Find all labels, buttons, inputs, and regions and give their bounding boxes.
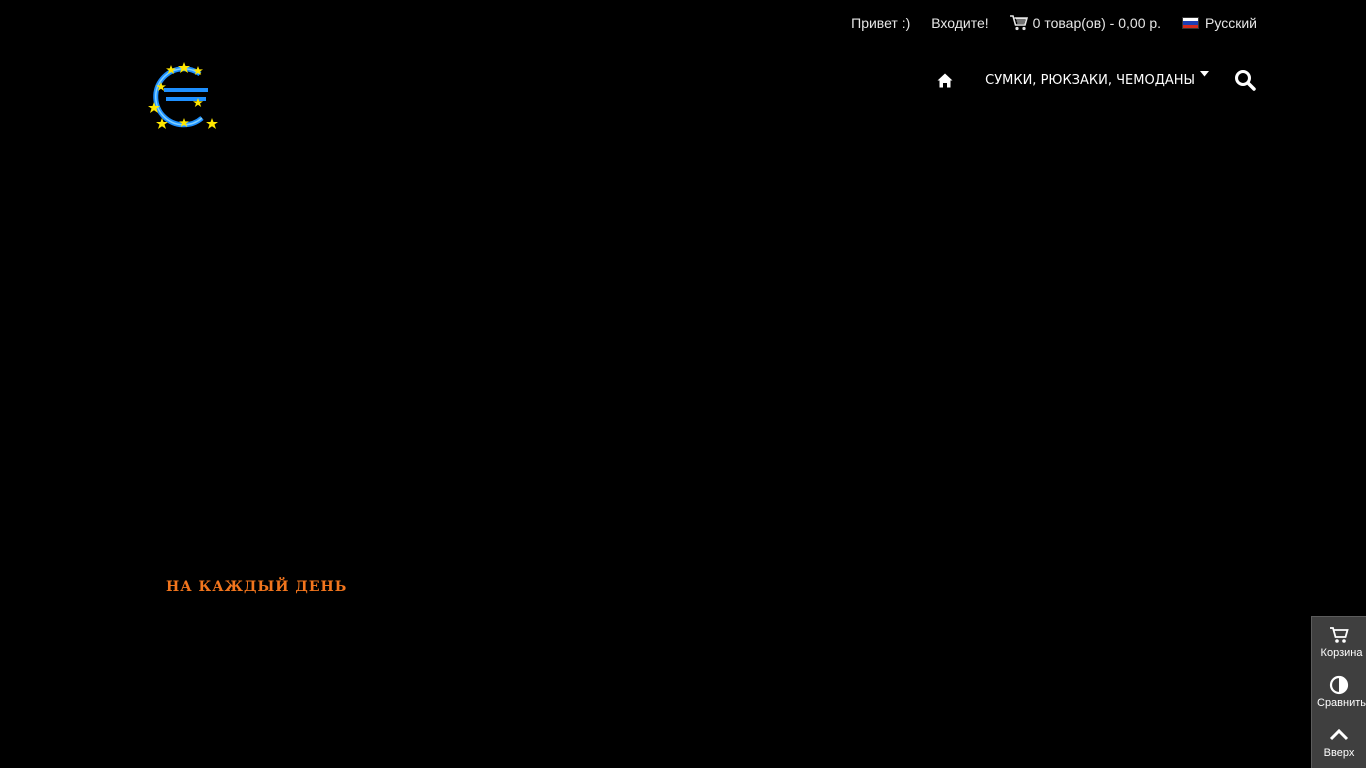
top-bar: Привет :) Входите! 0 товар(ов) - 0,00 р.… — [851, 0, 1257, 46]
contrast-icon — [1329, 675, 1349, 695]
side-compare-label: Сравнить — [1317, 697, 1366, 709]
greeting-text: Привет :) — [851, 15, 911, 31]
cart-icon — [1009, 15, 1028, 31]
side-compare-button[interactable]: Сравнить — [1312, 667, 1366, 717]
chevron-down-icon — [1200, 71, 1209, 77]
cart-summary-text: 0 товар(ов) - 0,00 р. — [1032, 15, 1162, 31]
chevron-up-icon — [1329, 728, 1349, 741]
menu-item-bags[interactable]: СУМКИ, РЮКЗАКИ, ЧЕМОДАНЫ — [985, 71, 1209, 88]
language-label: Русский — [1205, 15, 1257, 31]
hero-category-label[interactable]: НА КАЖДЫЙ ДЕНЬ — [166, 579, 347, 595]
side-cart-button[interactable]: Корзина — [1312, 617, 1366, 667]
page: Привет :) Входите! 0 товар(ов) - 0,00 р.… — [0, 0, 1366, 768]
home-icon — [937, 73, 953, 87]
floating-side-panel: Корзина Сравнить Вверх — [1311, 616, 1366, 768]
main-nav: СУМКИ, РЮКЗАКИ, ЧЕМОДАНЫ — [937, 64, 1256, 96]
russian-flag-icon — [1182, 17, 1200, 29]
scroll-to-top-button[interactable]: Вверх — [1312, 717, 1366, 767]
cart-summary-link[interactable]: 0 товар(ов) - 0,00 р. — [1009, 15, 1162, 31]
euro-stars-logo[interactable] — [146, 60, 222, 134]
search-icon[interactable] — [1234, 69, 1256, 91]
language-selector[interactable]: Русский — [1182, 15, 1257, 31]
scroll-to-top-label: Вверх — [1323, 747, 1355, 759]
menu-item-bags-label: СУМКИ, РЮКЗАКИ, ЧЕМОДАНЫ — [985, 72, 1195, 88]
cart-icon — [1330, 627, 1349, 643]
home-link[interactable] — [937, 71, 955, 89]
login-link[interactable]: Входите! — [931, 15, 988, 31]
side-cart-label: Корзина — [1320, 647, 1363, 659]
